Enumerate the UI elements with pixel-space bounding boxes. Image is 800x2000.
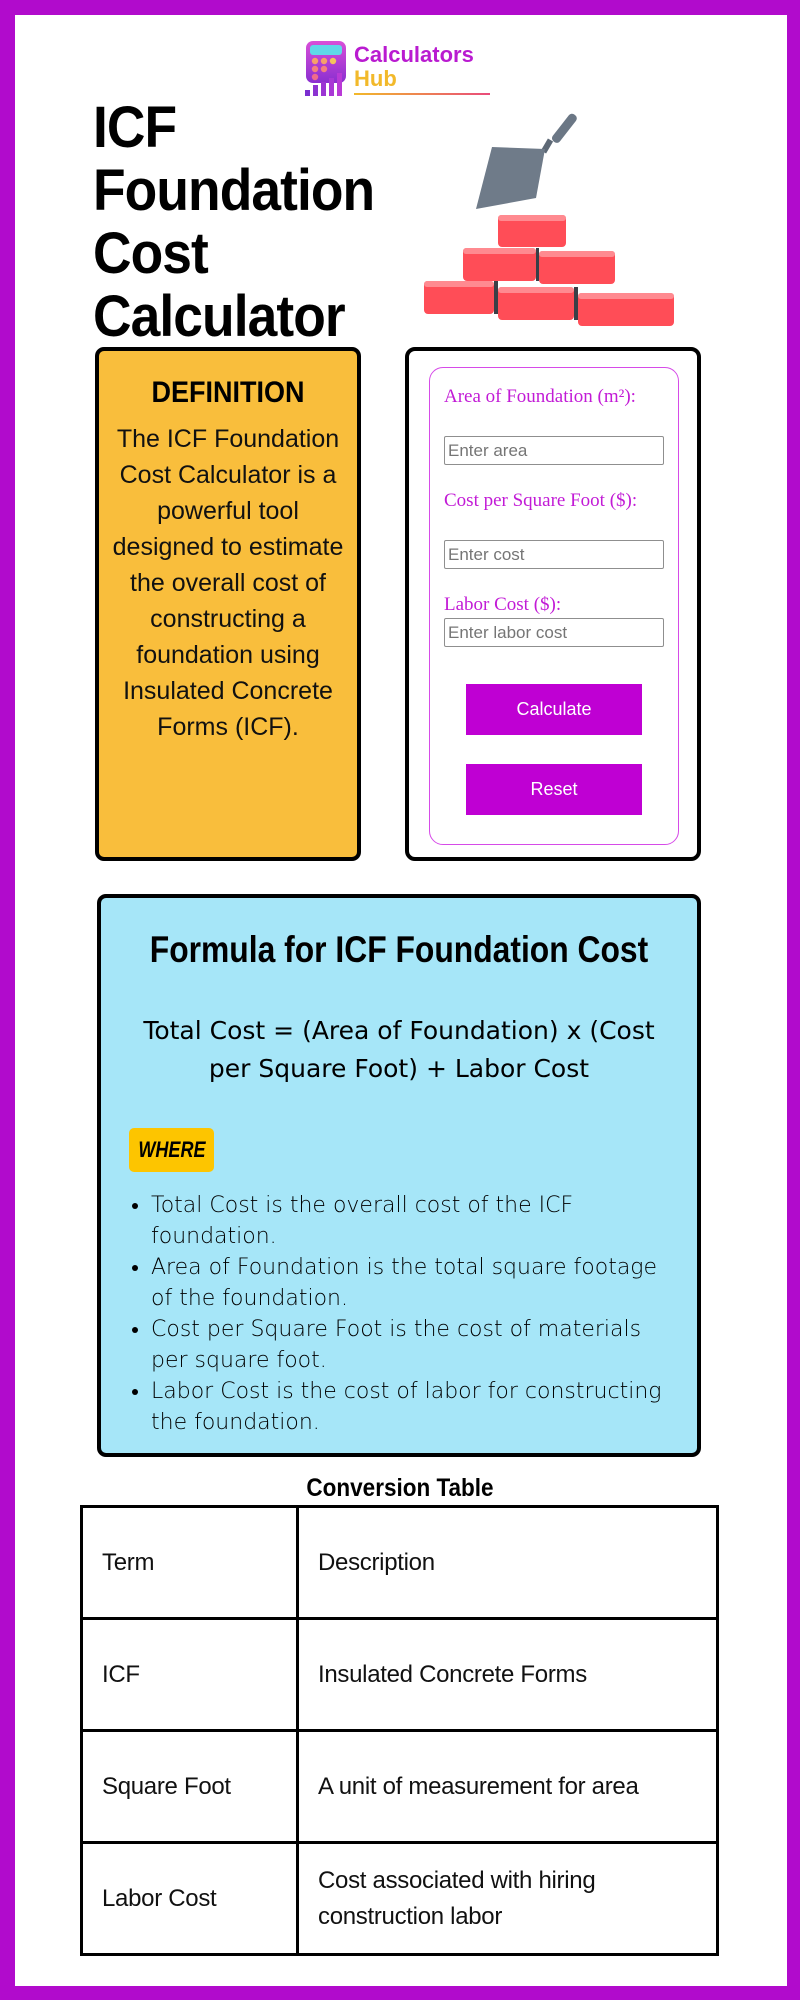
where-list: Total Cost is the overall cost of the IC… [125,1190,679,1438]
table-header-row: Term Description [80,1505,719,1620]
conversion-table: Term Description ICF Insulated Concrete … [80,1505,719,1956]
table-row: Square Foot A unit of measurement for ar… [80,1729,719,1844]
trowel-icon [476,113,577,209]
logo-underline [354,93,490,95]
definition-text: The ICF Foundation Cost Calculator is a … [112,425,344,741]
table-cell-description: Cost associated with hiring construction… [296,1841,719,1956]
table-row: ICF Insulated Concrete Forms [80,1617,719,1732]
where-item: Cost per Square Foot is the cost of mate… [151,1314,679,1376]
page-title: ICF Foundation Cost Calculator [93,95,375,349]
conversion-table-title: Conversion Table [306,1474,494,1502]
calculators-hub-logo[interactable]: Calculators Hub [304,40,494,100]
area-label: Area of Foundation (m²): [444,386,636,407]
reset-button[interactable]: Reset [466,764,642,815]
formula-heading: Formula for ICF Foundation Cost [149,929,649,970]
cost-per-square-foot-input[interactable] [444,540,664,569]
formula-card: Formula for ICF Foundation Cost Total Co… [97,894,701,1457]
logo-text-hub: Hub [354,66,397,91]
where-item: Labor Cost is the cost of labor for cons… [151,1376,679,1438]
cost-per-square-foot-label: Cost per Square Foot ($): [444,490,638,511]
where-item: Area of Foundation is the total square f… [151,1252,679,1314]
calculator-panel: Area of Foundation (m²): Cost per Square… [405,347,701,861]
where-item: Total Cost is the overall cost of the IC… [151,1190,679,1252]
labor-cost-input[interactable] [444,618,664,647]
definition-heading: DEFINITION [151,376,305,409]
calculator-form: Area of Foundation (m²): Cost per Square… [429,367,679,845]
brick-wall-trowel-icon [424,113,674,326]
formula-equation: Total Cost = (Area of Foundation) x (Cos… [143,1016,655,1083]
table-cell-term: Labor Cost [80,1841,299,1956]
where-badge: WHERE [129,1128,214,1172]
logo-wordmark: Calculators Hub [354,43,474,91]
table-cell-description: Description [296,1505,719,1620]
calculator-chart-icon [305,41,346,96]
table-cell-description: Insulated Concrete Forms [296,1617,719,1732]
area-input[interactable] [444,436,664,465]
table-cell-term: Square Foot [80,1729,299,1844]
logo-text-calculators: Calculators [354,42,474,67]
labor-cost-label: Labor Cost ($): [444,594,562,615]
table-row: Labor Cost Cost associated with hiring c… [80,1841,719,1956]
calculate-button[interactable]: Calculate [466,684,642,735]
table-cell-description: A unit of measurement for area [296,1729,719,1844]
where-label: WHERE [137,1137,206,1162]
table-cell-term: Term [80,1505,299,1620]
definition-card: DEFINITION The ICF Foundation Cost Calcu… [95,347,361,861]
table-cell-term: ICF [80,1617,299,1732]
bricks-icon [424,215,674,326]
